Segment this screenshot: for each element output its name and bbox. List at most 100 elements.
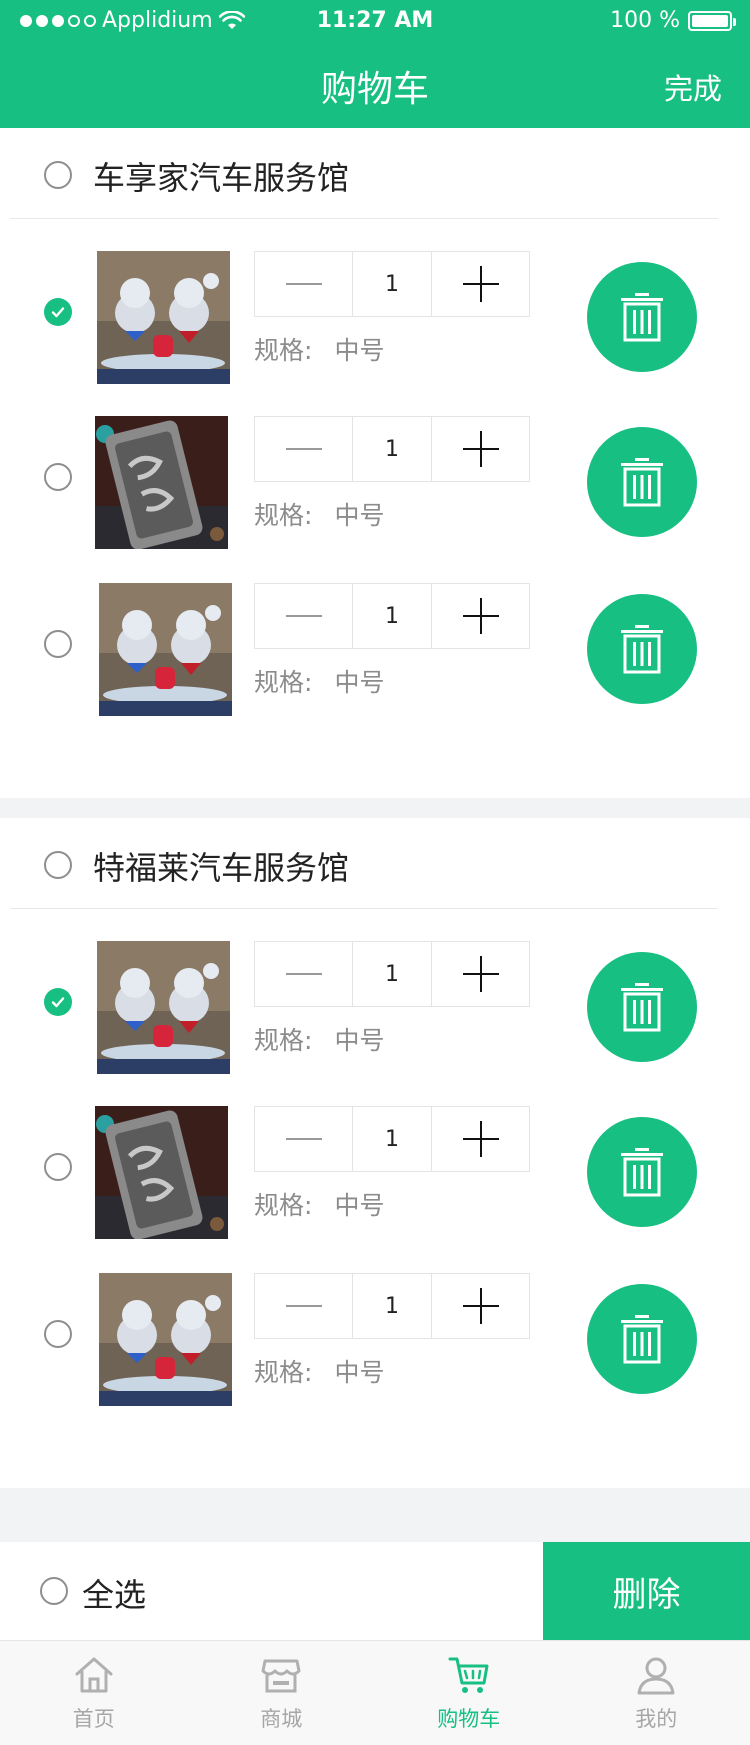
user-icon: [637, 1657, 675, 1695]
quantity-value[interactable]: 1: [352, 942, 432, 1006]
page-title: 购物车: [320, 69, 429, 110]
trash-icon: [621, 1148, 663, 1197]
increase-button[interactable]: [432, 252, 529, 316]
cart-icon: [448, 1657, 489, 1693]
increase-button[interactable]: [432, 584, 529, 648]
delete-item-button[interactable]: [587, 1284, 697, 1394]
tab-home[interactable]: 首页: [0, 1641, 188, 1745]
item-select-radio[interactable]: [44, 1153, 72, 1181]
delete-item-button[interactable]: [587, 262, 697, 372]
quantity-stepper: 1: [254, 251, 530, 317]
crystal-bears-image: [99, 1273, 232, 1406]
crystal-bears-image: [97, 251, 230, 384]
cart-item: 1 规格: 中号: [0, 1273, 750, 1407]
store-name[interactable]: 特福莱汽车服务馆: [93, 843, 349, 889]
tab-label: 我的: [635, 1707, 678, 1731]
increase-button[interactable]: [432, 1274, 529, 1338]
quantity-value[interactable]: 1: [352, 1107, 432, 1171]
item-spec: 规格: 中号: [254, 1021, 384, 1057]
spec-label: 规格:: [254, 501, 313, 530]
delete-item-button[interactable]: [587, 952, 697, 1062]
item-spec: 规格: 中号: [254, 331, 384, 367]
tab-label: 商城: [260, 1707, 303, 1731]
store-header: 车享家汽车服务馆: [0, 128, 750, 220]
tab-label: 购物车: [437, 1707, 501, 1731]
store-icon: [261, 1659, 301, 1693]
cart-item: 1 规格: 中号: [0, 251, 750, 385]
item-select-radio[interactable]: [44, 630, 72, 658]
plus-icon: [462, 266, 499, 302]
product-image[interactable]: [99, 1273, 232, 1406]
cart-item: 1 规格: 中号: [0, 416, 750, 550]
item-spec: 规格: 中号: [254, 663, 384, 699]
spec-label: 规格:: [254, 668, 313, 697]
minus-icon: [285, 1305, 322, 1307]
trash-icon: [621, 1315, 663, 1364]
product-image[interactable]: [97, 941, 230, 1074]
select-all-label[interactable]: 全选: [82, 1570, 146, 1616]
store-name[interactable]: 车享家汽车服务馆: [93, 153, 349, 199]
item-spec: 规格: 中号: [254, 1186, 384, 1222]
delete-item-button[interactable]: [587, 594, 697, 704]
spec-value: 中号: [334, 501, 385, 530]
item-spec: 规格: 中号: [254, 496, 384, 532]
item-spec: 规格: 中号: [254, 1353, 384, 1389]
trash-icon: [621, 293, 663, 342]
product-image[interactable]: [95, 1106, 228, 1239]
decrease-button[interactable]: [255, 942, 352, 1006]
battery-icon: [688, 10, 736, 31]
quantity-stepper: 1: [254, 1273, 530, 1339]
item-select-radio[interactable]: [44, 988, 72, 1016]
store-select-radio[interactable]: [44, 851, 72, 879]
decrease-button[interactable]: [255, 252, 352, 316]
cart-item: 1 规格: 中号: [0, 941, 750, 1075]
plus-icon: [462, 1288, 499, 1324]
app-header: Applidium 11:27 AM 100 % 购物车 完成: [0, 0, 750, 128]
item-select-radio[interactable]: [44, 298, 72, 326]
spec-label: 规格:: [254, 1358, 313, 1387]
decrease-button[interactable]: [255, 1107, 352, 1171]
cart-item: 1 规格: 中号: [0, 583, 750, 717]
minus-icon: [285, 283, 322, 285]
quantity-value[interactable]: 1: [352, 584, 432, 648]
quantity-value[interactable]: 1: [352, 417, 432, 481]
trash-icon: [621, 458, 663, 507]
done-button[interactable]: 完成: [664, 66, 722, 108]
trash-icon: [621, 625, 663, 674]
delete-selected-button[interactable]: 删除: [543, 1542, 750, 1640]
product-image[interactable]: [95, 416, 228, 549]
increase-button[interactable]: [432, 942, 529, 1006]
quantity-value[interactable]: 1: [352, 1274, 432, 1338]
tab-cart[interactable]: 购物车: [375, 1641, 563, 1745]
item-select-radio[interactable]: [44, 463, 72, 491]
tab-store[interactable]: 商城: [188, 1641, 376, 1745]
delete-item-button[interactable]: [587, 1117, 697, 1227]
bottom-tab-bar: 首页 商城 购物车 我的: [0, 1640, 750, 1745]
minus-icon: [285, 615, 322, 617]
decrease-button[interactable]: [255, 417, 352, 481]
minus-icon: [285, 1138, 322, 1140]
tab-profile[interactable]: 我的: [563, 1641, 750, 1745]
decrease-button[interactable]: [255, 1274, 352, 1338]
spec-value: 中号: [334, 1026, 385, 1055]
minus-icon: [285, 973, 322, 975]
crystal-bears-image: [99, 583, 232, 716]
spec-label: 规格:: [254, 1026, 313, 1055]
increase-button[interactable]: [432, 1107, 529, 1171]
product-image[interactable]: [99, 583, 232, 716]
plus-icon: [462, 956, 499, 992]
delete-item-button[interactable]: [587, 427, 697, 537]
spec-value: 中号: [334, 668, 385, 697]
select-all-radio[interactable]: [40, 1577, 68, 1605]
increase-button[interactable]: [432, 417, 529, 481]
spec-value: 中号: [334, 1191, 385, 1220]
store-header: 特福莱汽车服务馆: [0, 818, 750, 910]
store-section: 特福莱汽车服务馆 1 规格: 中号 1 规格: 中号 1 规格: 中号: [0, 818, 750, 1488]
decrease-button[interactable]: [255, 584, 352, 648]
spec-label: 规格:: [254, 336, 313, 365]
quantity-value[interactable]: 1: [352, 252, 432, 316]
store-select-radio[interactable]: [44, 161, 72, 189]
battery-status: 100 %: [610, 8, 736, 33]
item-select-radio[interactable]: [44, 1320, 72, 1348]
product-image[interactable]: [97, 251, 230, 384]
